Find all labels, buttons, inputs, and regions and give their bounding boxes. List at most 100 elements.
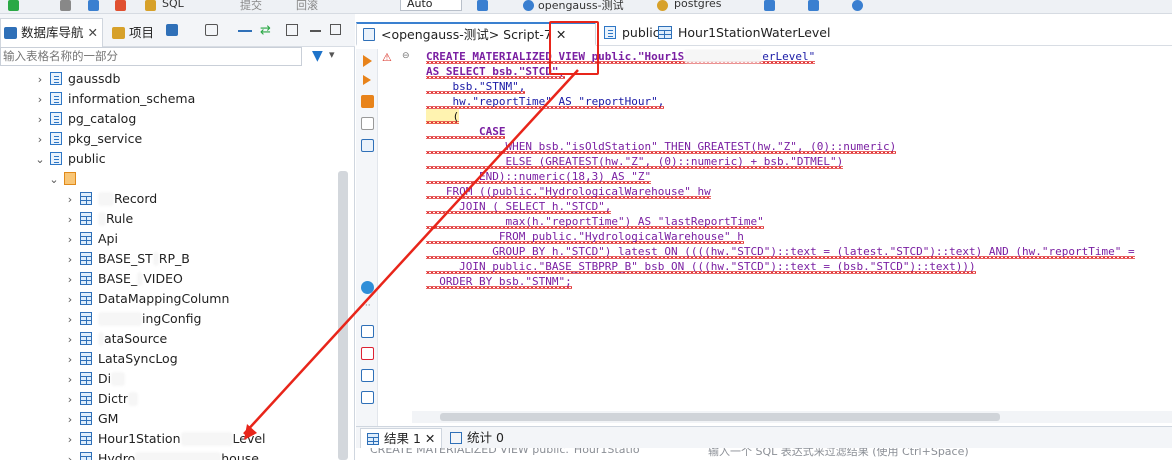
expand-arrow-icon[interactable]: › [64,410,76,430]
tree-node-label: BASE_ [98,271,138,286]
scrollbar-thumb[interactable] [440,413,1000,421]
collapse-arrow-icon[interactable]: ⌄ [48,170,60,190]
expand-arrow-icon[interactable]: › [34,130,46,150]
tree-node-table[interactable]: › Dictr [64,389,139,410]
expand-arrow-icon[interactable]: › [64,230,76,250]
expand-arrow-icon[interactable]: › [64,430,76,450]
active-database-select[interactable]: postgres [674,0,722,10]
tree-node-schema[interactable]: › pg_catalog [34,109,136,129]
disconnect-icon[interactable] [115,0,126,11]
expand-arrow-icon[interactable]: › [64,350,76,370]
view-menu-icon[interactable] [286,24,298,36]
tree-node-table[interactable]: › ataSource [64,329,167,349]
tab-projects[interactable]: 项目 [112,22,154,42]
tab-database-navigator[interactable]: 数据库导航 ✕ [4,22,98,42]
close-icon[interactable]: ✕ [556,27,566,42]
more-icon[interactable]: ··· [362,301,371,311]
tree-node-table-target[interactable]: › Hour1Station Level [64,429,266,449]
close-icon[interactable]: ✕ [88,25,98,40]
code-line: AS SELECT bsb."STCD", [426,64,566,79]
collapse-all-icon[interactable] [238,30,252,32]
collapse-arrow-icon[interactable]: ⌄ [34,150,46,170]
sql-editor-icon[interactable] [145,0,156,11]
explain-plan-icon[interactable] [361,117,374,130]
expand-arrow-icon[interactable]: › [64,370,76,390]
filter-options-chevron-icon[interactable]: ▾ [329,48,335,61]
connect-icon[interactable] [88,0,99,11]
close-icon[interactable]: ✕ [425,431,435,446]
transaction-mode-select[interactable]: Auto [400,0,462,11]
connect-nav-icon[interactable] [166,24,178,36]
export-icon[interactable] [361,325,374,338]
minimize-icon[interactable] [310,30,321,32]
navigator-scrollbar[interactable] [338,171,348,460]
tree-node-table[interactable]: › LataSyncLog [64,349,178,369]
tree-node-table[interactable]: › Hydro house [64,449,259,460]
new-folder-icon[interactable] [205,24,218,36]
expand-arrow-icon[interactable]: › [64,270,76,290]
tree-node-schema[interactable]: › pkg_service [34,129,142,149]
expand-arrow-icon[interactable]: › [64,290,76,310]
import-icon[interactable] [361,347,374,360]
tree-node-table[interactable]: › ingConfig [64,309,201,329]
expand-arrow-icon[interactable]: › [64,390,76,410]
settings-gear-icon[interactable] [361,281,374,294]
tree-node-table[interactable]: › GM [64,409,119,430]
commit-button[interactable]: 提交 [240,0,262,13]
console-icon[interactable] [361,139,374,152]
tab-result-1[interactable]: 结果 1 ✕ [360,428,442,448]
tree-node-label: Dictr [98,391,129,406]
expand-arrow-icon[interactable]: › [64,450,76,460]
expand-arrow-icon[interactable]: › [64,210,76,230]
code-line: END)::numeric(18,3) AS "Z" [426,169,652,184]
expand-arrow-icon[interactable]: › [64,250,76,270]
table-filter-input[interactable] [0,47,302,66]
toolbar-extra-icon[interactable] [764,0,775,11]
search-icon[interactable] [852,0,863,11]
tree-node-schema[interactable]: › gaussdb [34,69,121,90]
tree-node-table[interactable]: › BASE_ VIDEO [64,269,183,289]
code-line: FROM ((public."HydrologicalWarehouse" hw [426,184,711,199]
fold-icon[interactable]: ⊖ [402,51,410,61]
expand-arrow-icon[interactable]: › [64,190,76,210]
maximize-icon[interactable] [330,24,341,35]
execute-in-new-tab-icon[interactable] [363,75,371,85]
expand-arrow-icon[interactable]: › [34,70,46,90]
tab-script-7[interactable]: <opengauss-测试> Script-7 ✕ [356,22,596,46]
expand-arrow-icon[interactable]: › [64,310,76,330]
sql-code-editor[interactable]: CREATE MATERIALIZED VIEW public."Hour1S e… [412,49,1172,411]
pin-icon[interactable] [60,0,71,11]
tab-statistics[interactable]: 统计 0 [444,428,504,448]
expand-arrow-icon[interactable]: › [64,330,76,350]
transaction-log-icon[interactable] [477,0,488,11]
sql-button[interactable]: SQL [162,0,184,10]
database-navigator-panel: 数据库导航 ✕ 项目 ⇄ ▼ ▾ › gaussdb › information_sc… [0,14,355,460]
tree-node-schema[interactable]: › information_schema [34,89,195,109]
table-icon [658,26,672,39]
tree-node-table[interactable]: › Record [64,189,157,209]
tree-node-table[interactable]: › BASE_ST RP_B [64,249,190,269]
tree-node-table[interactable]: › Rule [64,209,133,229]
rollback-button[interactable]: 回滚 [296,0,318,13]
tab-hour1stationwaterlevel[interactable]: Hour1StationWaterLevel [652,22,830,46]
results-filter-input[interactable]: 输入一个 SQL 表达式来过滤结果 (使用 Ctrl+Space) [708,448,969,459]
link-editor-icon[interactable]: ⇄ [260,23,271,38]
tab-public[interactable]: public [598,22,660,46]
tree-node-table[interactable]: › DataMappingColumn [64,289,230,310]
expand-arrow-icon[interactable]: › [34,90,46,110]
execute-script-icon[interactable] [361,95,374,108]
tree-node-table[interactable]: › Api [64,229,118,249]
execute-statement-icon[interactable] [363,55,372,67]
filter-icon[interactable]: ▼ [312,48,323,64]
active-datasource-select[interactable]: opengauss-测试 [538,0,624,13]
tree-node-label: pg_catalog [68,111,137,126]
load-script-icon[interactable] [361,369,374,382]
new-connection-icon[interactable] [8,0,19,11]
tree-node-table[interactable]: › Di [64,369,126,390]
tree-node-tables-folder[interactable]: ⌄ [48,169,82,189]
editor-horizontal-scrollbar[interactable] [412,411,1172,423]
expand-arrow-icon[interactable]: › [34,110,46,130]
tree-node-schema-public[interactable]: ⌄ public [34,149,105,170]
toolbar-extra2-icon[interactable] [808,0,819,11]
save-script-icon[interactable] [361,391,374,404]
